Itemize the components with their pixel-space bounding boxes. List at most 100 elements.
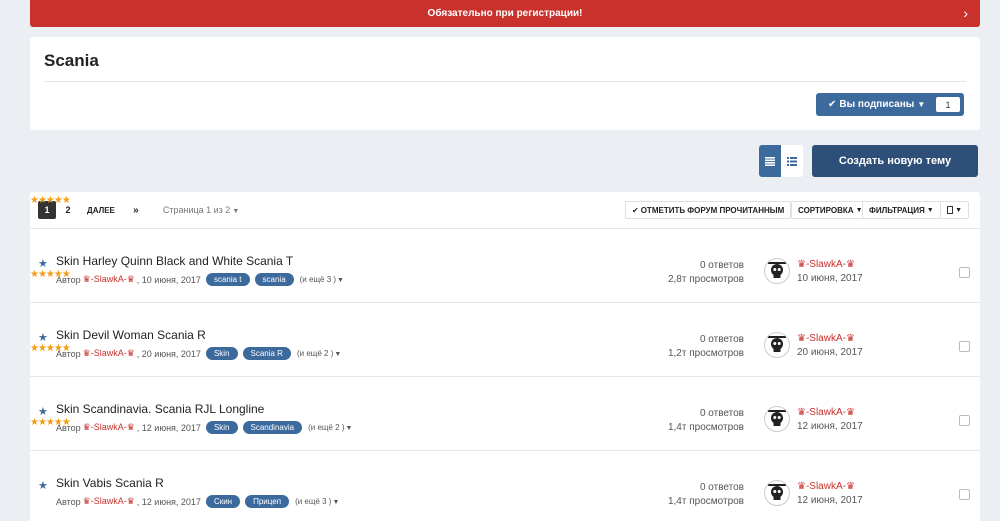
author-link[interactable]: ♛-SlawkA-♛	[83, 348, 135, 359]
author-link[interactable]: ♛-SlawkA-♛	[83, 496, 135, 507]
skull-avatar-icon	[766, 482, 788, 504]
avatar[interactable]	[764, 332, 790, 358]
check-icon: ✔	[632, 205, 639, 215]
avatar[interactable]	[764, 480, 790, 506]
table-row: ★★★★★ ★ Skin Devil Woman Scania R Автор …	[30, 269, 980, 376]
last-page-button[interactable]: »	[127, 201, 145, 219]
last-post-info: ♛-SlawkA-♛ 12 июня, 2017	[797, 480, 863, 508]
tag-link[interactable]: Skin	[205, 421, 238, 434]
checkbox-icon	[947, 206, 954, 214]
view-toggle	[759, 145, 803, 177]
topic-title-link[interactable]: Skin Harley Quinn Black and White Scania…	[56, 254, 293, 268]
check-icon: ✔	[828, 99, 837, 110]
last-author-link[interactable]: ♛-SlawkA-♛	[797, 480, 863, 494]
avatar[interactable]	[764, 258, 790, 284]
topic-date: , 12 июня, 2017	[136, 496, 201, 507]
topic-stats: 0 ответов 1,4т просмотров	[668, 481, 744, 509]
chevron-right-icon: ›	[963, 5, 968, 21]
last-post-date: 20 июня, 2017	[797, 347, 863, 358]
rating-stars: ★★★★★	[30, 343, 71, 354]
last-post-date: 10 июня, 2017	[797, 273, 863, 284]
topic-meta: Автор ♛-SlawkA-♛ , 12 июня, 2017 Скин Пр…	[56, 495, 339, 508]
more-tags-toggle[interactable]: (и ещё 2 )▼	[297, 349, 341, 358]
topic-date: , 10 июня, 2017	[136, 274, 201, 285]
row-checkbox[interactable]	[959, 267, 970, 278]
topic-stats: 0 ответов 2,8т просмотров	[668, 259, 744, 287]
replies-count: 0 ответов	[699, 408, 744, 419]
topic-meta: Автор ♛-SlawkA-♛ , 20 июня, 2017 Skin Sc…	[56, 347, 341, 360]
page-title: Scania	[44, 51, 99, 70]
more-tags-text: (и ещё 2 )	[296, 349, 334, 358]
last-post-date: 12 июня, 2017	[797, 421, 863, 432]
tag-link[interactable]: Skin	[205, 347, 238, 360]
grid-view-button[interactable]	[781, 145, 803, 177]
replies-count: 0 ответов	[699, 260, 744, 271]
topic-title-link[interactable]: Skin Scandinavia. Scania RJL Longline	[56, 402, 264, 416]
avatar[interactable]	[764, 406, 790, 432]
topic-rows: ★★★★★ ★ Skin Harley Quinn Black and Whit…	[30, 195, 980, 521]
row-checkbox[interactable]	[959, 489, 970, 500]
more-tags-text: (и ещё 3 )	[299, 275, 337, 284]
tag-link[interactable]: Скин	[205, 495, 241, 508]
views-count: 1,2т просмотров	[667, 348, 744, 359]
replies-count: 0 ответов	[699, 482, 744, 493]
more-tags-toggle[interactable]: (и ещё 3 )▼	[295, 497, 339, 506]
last-post-date: 12 июня, 2017	[797, 495, 863, 506]
row-checkbox[interactable]	[959, 341, 970, 352]
mark-read-label: ОТМЕТИТЬ ФОРУМ ПРОЧИТАННЫМ	[640, 205, 785, 215]
more-tags-text: (и ещё 3 )	[295, 497, 332, 506]
skull-avatar-icon	[766, 260, 788, 282]
topic-meta: Автор ♛-SlawkA-♛ , 12 июня, 2017 Skin Sc…	[56, 421, 352, 434]
author-link[interactable]: ♛-SlawkA-♛	[83, 274, 135, 285]
create-topic-button[interactable]: Создать новую тему	[812, 145, 978, 177]
tag-link[interactable]: scania	[254, 273, 294, 286]
caret-down-icon: ▼	[337, 277, 344, 284]
tag-link[interactable]: Scania R	[242, 347, 291, 360]
table-row: ★★★★★ ★ Skin Scandinavia. Scania RJL Lon…	[30, 343, 980, 450]
tag-link[interactable]: Прицеп	[245, 495, 290, 508]
skull-avatar-icon	[766, 334, 788, 356]
page-info-dropdown[interactable]: Страница 1 из 2 ▼	[163, 205, 239, 215]
select-all-button[interactable]: ▼	[940, 201, 969, 219]
topic-title-link[interactable]: Skin Devil Woman Scania R	[56, 328, 206, 342]
author-link[interactable]: ♛-SlawkA-♛	[83, 422, 135, 433]
follow-button[interactable]: ✔ Вы подписаны ▼ 1	[816, 93, 964, 116]
replies-count: 0 ответов	[699, 334, 744, 345]
forum-header: Scania ✔ Вы подписаны ▼ 1	[30, 37, 980, 130]
caret-down-icon: ▼	[926, 206, 934, 214]
caret-down-icon: ▼	[955, 206, 962, 214]
topic-stats: 0 ответов 1,4т просмотров	[668, 407, 744, 435]
follow-label: Вы подписаны	[839, 99, 915, 110]
views-count: 1,4т просмотров	[667, 422, 744, 433]
last-author-link[interactable]: ♛-SlawkA-♛	[797, 406, 863, 420]
tag-link[interactable]: scania t	[205, 273, 250, 286]
last-author-link[interactable]: ♛-SlawkA-♛	[797, 332, 863, 346]
next-page-button[interactable]: ДАЛЕЕ	[87, 201, 115, 219]
topic-meta: Автор ♛-SlawkA-♛ , 10 июня, 2017 scania …	[56, 273, 344, 286]
caret-down-icon: ▼	[232, 208, 240, 215]
topic-list: 1 2 ДАЛЕЕ » Страница 1 из 2 ▼ ✔ ОТМЕТИТЬ Ф…	[30, 192, 980, 521]
table-view-button[interactable]	[759, 145, 781, 177]
filter-button[interactable]: ФИЛЬТРАЦИЯ ▼	[862, 201, 941, 219]
more-tags-toggle[interactable]: (и ещё 3 )▼	[300, 275, 344, 284]
last-author-link[interactable]: ♛-SlawkA-♛	[797, 258, 863, 272]
topic-stats: 0 ответов 1,2т просмотров	[668, 333, 744, 361]
rating-stars: ★★★★★	[30, 269, 71, 280]
row-checkbox[interactable]	[959, 415, 970, 426]
topic-date: , 20 июня, 2017	[136, 348, 201, 359]
rating-stars: ★★★★★	[30, 195, 71, 206]
sort-button[interactable]: СОРТИРОВКА ▼	[791, 201, 870, 219]
follow-count-badge: 1	[936, 97, 960, 112]
sort-label: СОРТИРОВКА	[798, 205, 854, 215]
author-prefix: Автор	[56, 496, 81, 507]
more-tags-toggle[interactable]: (и ещё 2 )▼	[308, 423, 352, 432]
table-row: ★★★★★ ★ Skin Harley Quinn Black and Whit…	[30, 195, 980, 302]
registration-banner[interactable]: Обязательно при регистрации! ›	[30, 0, 980, 27]
caret-down-icon: ▼	[345, 425, 353, 432]
last-post-info: ♛-SlawkA-♛ 20 июня, 2017	[797, 332, 863, 360]
mark-forum-read-button[interactable]: ✔ ОТМЕТИТЬ ФОРУМ ПРОЧИТАННЫМ	[625, 201, 792, 219]
topic-title-link[interactable]: Skin Vabis Scania R	[56, 476, 164, 490]
star-icon: ★	[38, 480, 48, 492]
tag-link[interactable]: Scandinavia	[242, 421, 303, 434]
caret-down-icon: ▼	[334, 351, 342, 358]
